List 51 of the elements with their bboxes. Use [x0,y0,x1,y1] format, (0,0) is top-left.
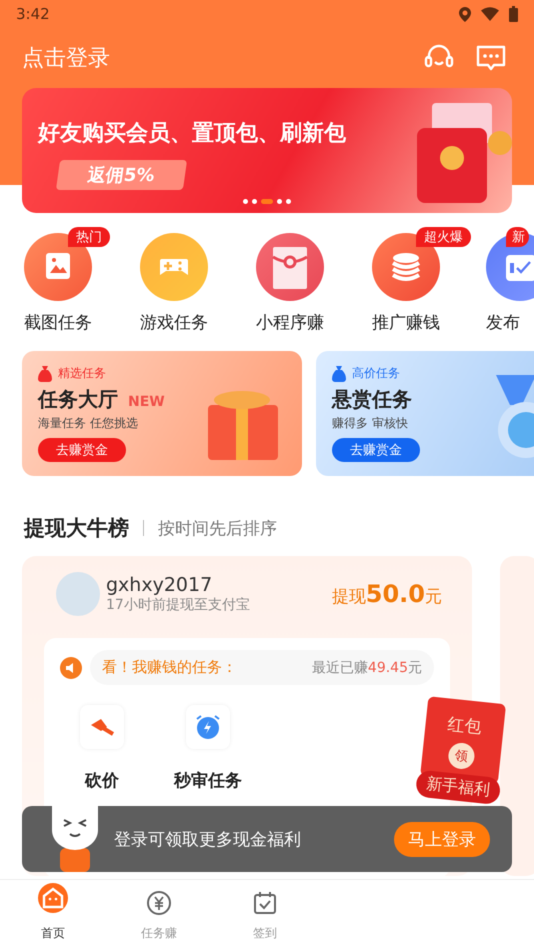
shortcut-badge: 新 [506,227,529,247]
shortcut-label[interactable]: 截图任务 [24,311,92,334]
tab-item[interactable]: 首页 [0,880,106,950]
shortcut-label[interactable]: 游戏任务 [140,311,208,334]
promo-subtitle: 赚得多 审核快 [332,415,408,432]
promo-tag: 精选任务 [58,365,106,382]
withdrawal-amount: 提现50.0元 [332,580,442,608]
toast-message: 登录可领取更多现金福利 [114,828,302,850]
promo-title: 悬赏任务 [332,386,412,413]
section-title: 提现大牛榜 [24,515,129,542]
carousel-dot[interactable] [277,199,282,204]
section-subtitle: 按时间先后排序 [158,518,277,540]
banner-headline: 好友购买会员、置顶包、刷新包 [38,120,346,148]
message-icon[interactable] [476,44,506,72]
location-icon [459,6,471,22]
envelope-title: 红包 [446,713,483,739]
promo-title: 任务大厅 [38,386,118,413]
battery-icon [509,6,518,22]
withdrawal-detail: 17小时前提现至支付宝 [106,596,251,614]
task-name: 砍价 [85,770,119,792]
task-icon[interactable] [80,705,124,749]
shortcut-label[interactable]: 小程序赚 [256,311,324,334]
shortcut-badge: 热门 [68,227,110,247]
promo-card[interactable]: 精选任务 任务大厅 NEW 海量任务 任您挑选 去赚赏金 [22,351,302,476]
promo-tag: 高价任务 [352,365,400,382]
task-name: 秒审任务 [174,770,242,792]
envelope-seal: 领 [447,742,476,770]
shortcut-badge: 超火爆 [416,227,471,247]
task-icon[interactable] [186,705,230,749]
banner-ribbon: 返佣5% [56,160,187,190]
carousel-dot[interactable] [286,199,291,204]
money-bag-icon [332,366,346,382]
promo-card[interactable]: 高价任务 悬赏任务 赚得多 审核快 去赚赏金 [316,351,534,476]
carousel-dot[interactable] [252,199,257,204]
ticker-label: 看！我赚钱的任务： [102,658,237,677]
money-bag-icon [38,366,52,382]
shortcut-label[interactable]: 推广赚钱 [372,311,440,334]
username: gxhxy2017 [106,574,214,596]
earn-button[interactable]: 去赚赏金 [38,438,126,462]
new-label: NEW [128,394,165,410]
wifi-icon [481,7,499,21]
shortcut-label[interactable]: 发布 [486,311,520,334]
home-icon [38,883,68,913]
promo-banner[interactable]: 好友购买会员、置顶包、刷新包 返佣5% [22,88,512,213]
earn-button[interactable]: 去赚赏金 [332,438,420,462]
status-time: 3:42 [16,5,50,23]
promo-subtitle: 海量任务 任您挑选 [38,415,138,432]
avatar [56,572,100,616]
recent-earnings: 最近已赚49.45元 [312,658,422,676]
speaker-icon [60,656,82,678]
carousel-dot[interactable] [243,199,248,204]
